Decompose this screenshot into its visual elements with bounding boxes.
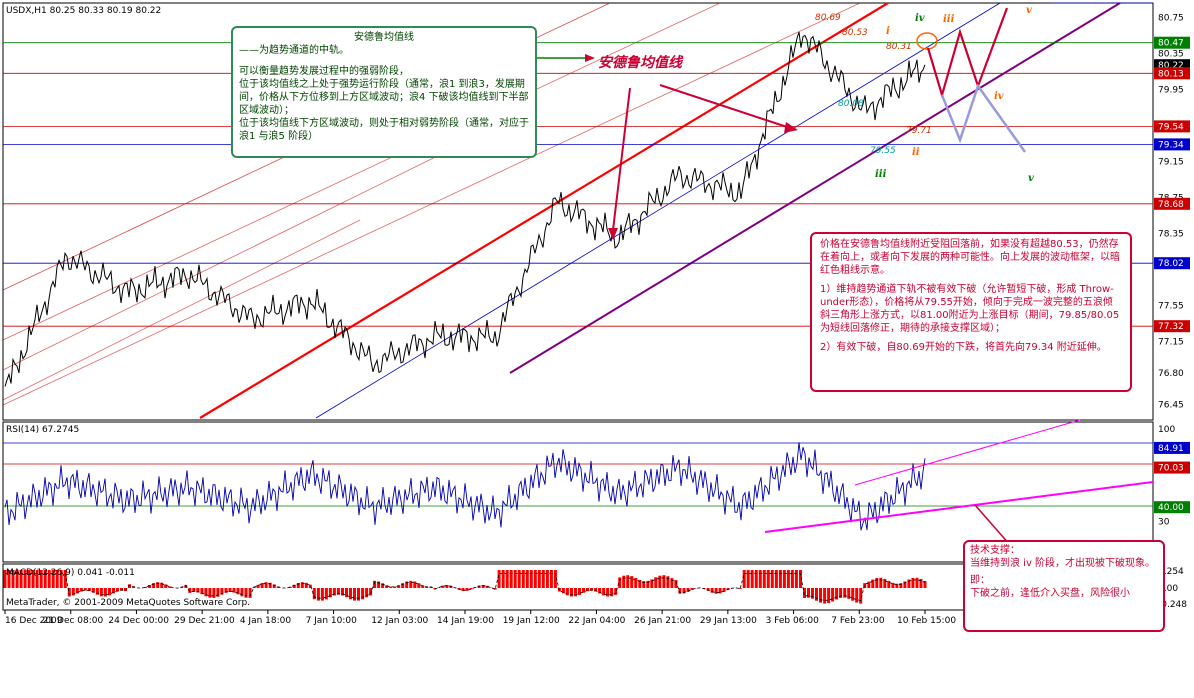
price-annotation: 79.71 — [906, 126, 932, 136]
time-tick-label: 19 Jan 12:00 — [503, 616, 560, 626]
wave-label: iii — [943, 14, 955, 25]
rsi-tick-label: 30 — [1158, 517, 1170, 527]
support-line-3: 即： — [970, 575, 990, 586]
wave-label: v — [1026, 5, 1032, 16]
main-tick-label: 77.15 — [1158, 338, 1184, 348]
time-tick-label: 14 Jan 19:00 — [437, 616, 494, 626]
time-tick-label: 29 Jan 13:00 — [700, 616, 757, 626]
price-annotation: 80.31 — [886, 42, 912, 52]
main-tick-label: 77.55 — [1158, 302, 1184, 312]
time-tick-label: 4 Jan 18:00 — [240, 616, 292, 626]
price-badge-label: 80.47 — [1158, 39, 1184, 49]
wave-label: iv — [915, 13, 925, 24]
main-tick-label: 80.35 — [1158, 50, 1184, 60]
time-tick-label: 29 Dec 21:00 — [174, 616, 235, 626]
scenario-note-box: 价格在安德鲁均值线附近受阻回落前，如果没有超越80.53，仍然存在着向上，或者向… — [810, 232, 1132, 392]
note-title: 安德鲁均值线 — [354, 32, 414, 43]
time-tick-label: 26 Jan 21:00 — [634, 616, 691, 626]
price-badge-label: 79.54 — [1158, 122, 1184, 132]
note-line-1: ——为趋势通道的中轨。 — [239, 45, 349, 56]
price-badge-label: 79.34 — [1158, 140, 1184, 150]
support-note-box: 技术支撑： 当维持到浪 iv 阶段，才出现被下破现象。 即： 下破之前，逢低介入… — [963, 540, 1165, 632]
scenario-p3: 2）有效下破，自80.69开始的下跌，将首先向79.34 附近延伸。 — [820, 342, 1107, 353]
time-tick-label: 10 Feb 15:00 — [897, 616, 956, 626]
copyright-text: MetaTrader, © 2001-2009 MetaQuotes Softw… — [6, 598, 251, 608]
rsi-badge-label: 84.91 — [1158, 444, 1184, 454]
scenario-p2: 1）维持趋势通道下轨不被有效下破（允许暂短下破，形成 Throw-under形态… — [820, 284, 1120, 334]
price-badge-label: 77.32 — [1158, 322, 1184, 332]
rsi-tick-label: 100 — [1158, 425, 1175, 435]
andrews-label: 安德鲁均值线 — [598, 55, 682, 71]
time-tick-label: 7 Feb 23:00 — [831, 616, 885, 626]
wave-label: iii — [875, 169, 887, 180]
wave-label: iv — [994, 91, 1004, 102]
price-annotation: 80.08 — [838, 99, 864, 109]
macd-title: MACD(12,26,9) 0.041 -0.011 — [6, 568, 135, 578]
time-tick-label: 3 Feb 06:00 — [766, 616, 820, 626]
time-tick-label: 24 Dec 00:00 — [108, 616, 169, 626]
main-axis-badges: 80.4780.2280.1379.5479.3478.6878.0277.32 — [1154, 36, 1190, 333]
time-tick-label: 12 Jan 03:00 — [371, 616, 428, 626]
main-tick-label: 78.35 — [1158, 230, 1184, 240]
main-tick-label: 79.15 — [1158, 158, 1184, 168]
price-badge-label: 78.02 — [1158, 259, 1184, 269]
wave-label: i — [886, 26, 890, 37]
wave-label: ii — [912, 147, 920, 158]
note-line-3: 位于该均值线之上处于强势运行阶段（通常，浪1 到浪3，发展期间，价格从下方位移到… — [239, 79, 529, 116]
main-tick-label: 79.95 — [1158, 86, 1184, 96]
support-line-4: 下破之前，逢低介入买盘，风险很小 — [970, 588, 1130, 599]
andrews-note-box: 安德鲁均值线 ——为趋势通道的中轨。 可以衡量趋势发展过程中的强弱阶段， 位于该… — [231, 26, 537, 158]
time-tick-label: 21 Dec 08:00 — [43, 616, 104, 626]
time-tick-label: 22 Jan 04:00 — [568, 616, 625, 626]
main-tick-label: 76.45 — [1158, 401, 1184, 411]
price-annotation: 80.69 — [815, 13, 841, 23]
symbol-header: USDX,H1 80.25 80.33 80.19 80.22 — [6, 6, 162, 16]
note-line-2: 可以衡量趋势发展过程中的强弱阶段， — [239, 66, 409, 77]
price-annotation: 80.53 — [842, 28, 868, 38]
note-line-4: 位于该均值线下方区域波动，则处于相对弱势阶段（通常，对应于 浪1 与浪5 阶段） — [239, 118, 529, 142]
rsi-title: RSI(14) 67.2745 — [6, 425, 80, 435]
price-badge-label: 78.68 — [1158, 200, 1184, 210]
rsi-badge-label: 40.00 — [1158, 503, 1184, 513]
time-axis-ticks: 16 Dec 200921 Dec 08:00 24 Dec 00:00 29 De… — [4, 610, 956, 626]
scenario-p1: 价格在安德鲁均值线附近受阻回落前，如果没有超越80.53，仍然存在着向上，或者向… — [820, 239, 1120, 276]
wave-label: v — [1028, 173, 1034, 184]
main-tick-label: 80.75 — [1158, 14, 1184, 24]
rsi-axis-badges: 84.91 70.03 40.00 — [1154, 441, 1190, 514]
price-badge-label: 80.13 — [1158, 69, 1184, 79]
support-line-1: 技术支撑： — [970, 545, 1020, 556]
main-tick-label: 76.80 — [1158, 369, 1184, 379]
rsi-badge-label: 70.03 — [1158, 464, 1184, 474]
support-line-2: 当维持到浪 iv 阶段，才出现被下破现象。 — [970, 558, 1156, 569]
price-annotation: 79.55 — [870, 146, 896, 156]
time-tick-label: 7 Jan 10:00 — [306, 616, 358, 626]
